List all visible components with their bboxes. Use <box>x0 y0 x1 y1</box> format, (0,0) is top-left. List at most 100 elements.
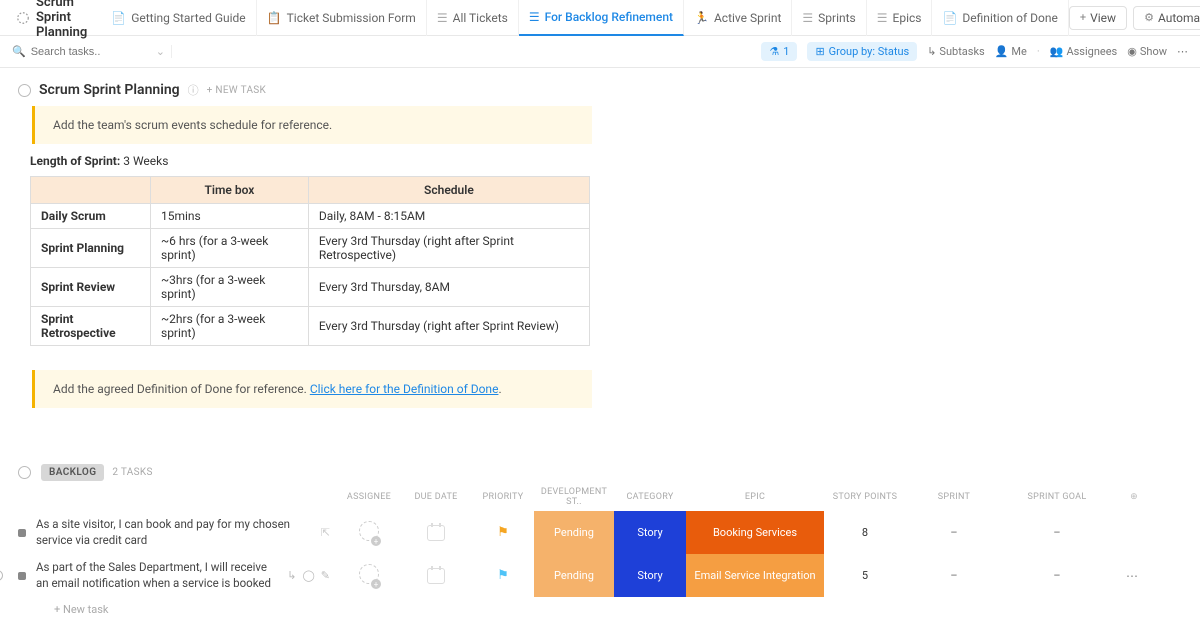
sprint-length-label: Length of Sprint: <box>30 154 120 168</box>
col-sprint-goal[interactable]: SPRINT GOAL <box>1002 492 1112 502</box>
status-dot[interactable] <box>18 572 26 580</box>
calendar-icon <box>427 568 445 584</box>
row-menu[interactable]: ⋯ <box>1112 554 1138 597</box>
col-dev-status[interactable]: DEVELOPMENT ST.. <box>534 487 614 507</box>
expand-icon[interactable]: ⇱ <box>321 526 330 539</box>
tab-backlog-refinement[interactable]: ☰For Backlog Refinement <box>519 0 684 36</box>
task-title: As part of the Sales Department, I will … <box>36 560 281 591</box>
table-row: Sprint Retrospective~2hrs (for a 3-week … <box>31 307 590 346</box>
collapse-icon[interactable] <box>18 466 31 479</box>
callout-dod: Add the agreed Definition of Done for re… <box>32 370 592 408</box>
task-row[interactable]: As part of the Sales Department, I will … <box>0 554 1200 597</box>
epic-cell[interactable]: Booking Services <box>686 511 824 554</box>
section-header: Scrum Sprint Planning ⓘ + NEW TASK <box>18 82 1182 98</box>
col-priority[interactable]: PRIORITY <box>472 492 534 502</box>
sprint-icon: 🏃 <box>694 11 709 25</box>
dev-status-cell[interactable]: Pending <box>534 554 614 597</box>
sprint-length: Length of Sprint: 3 Weeks <box>30 154 1182 168</box>
sprint-goal-cell[interactable]: – <box>1002 554 1112 597</box>
new-task-link[interactable]: + NEW TASK <box>207 85 266 96</box>
category-pill: Story <box>614 511 686 554</box>
form-icon: 📋 <box>267 11 282 25</box>
priority-cell[interactable]: ⚑ <box>472 511 534 554</box>
col-epic[interactable]: EPIC <box>686 492 824 502</box>
row-menu[interactable] <box>1112 511 1138 554</box>
tab-sprints[interactable]: ☰Sprints <box>792 0 866 36</box>
eye-icon: ◉ <box>1127 45 1137 58</box>
sprint-goal-cell[interactable]: – <box>1002 511 1112 554</box>
col-assignee[interactable]: ASSIGNEE <box>338 492 400 502</box>
chevron-down-icon[interactable]: ⌄ <box>156 45 172 58</box>
tab-getting-started[interactable]: 📄Getting Started Guide <box>101 0 256 36</box>
toolbar-right: ⚗1 ⊞Group by: Status ↳Subtasks 👤Me · 👥As… <box>761 42 1188 61</box>
table-header: Schedule <box>308 177 589 204</box>
search-icon: 🔍 <box>12 45 26 58</box>
list-icon: ☰ <box>437 11 448 25</box>
search-box[interactable]: 🔍 ⌄ <box>12 45 172 58</box>
filter-icon: ⚗ <box>769 45 779 58</box>
more-menu[interactable]: ⋯ <box>1177 45 1188 58</box>
epic-cell[interactable]: Email Service Integration <box>686 554 824 597</box>
project-title[interactable]: Scrum Sprint Planning <box>8 0 95 44</box>
dev-status-cell[interactable]: Pending <box>534 511 614 554</box>
story-points-cell[interactable]: 8 <box>824 511 906 554</box>
calendar-icon <box>427 525 445 541</box>
status-dot[interactable] <box>18 529 26 537</box>
table-header: Time box <box>151 177 309 204</box>
col-category[interactable]: CATEGORY <box>614 492 686 502</box>
table-row: Sprint Planning~6 hrs (for a 3-week spri… <box>31 229 590 268</box>
flag-icon: ⚑ <box>497 525 509 540</box>
show-button[interactable]: ◉Show <box>1127 45 1167 58</box>
task-title-cell[interactable]: As part of the Sales Department, I will … <box>18 554 338 597</box>
callout-schedule: Add the team's scrum events schedule for… <box>32 106 592 144</box>
tag-icon[interactable]: ◯ <box>302 569 314 582</box>
col-story-points[interactable]: STORY POINTS <box>824 492 906 502</box>
add-view-button[interactable]: +View <box>1069 6 1127 30</box>
due-date-cell[interactable] <box>400 511 472 554</box>
filter-count[interactable]: ⚗1 <box>761 42 797 61</box>
info-icon[interactable]: ⓘ <box>188 82 199 98</box>
tab-active-sprint[interactable]: 🏃Active Sprint <box>684 0 792 36</box>
assignee-cell[interactable]: + <box>338 554 400 597</box>
edit-icon[interactable]: ✎ <box>321 569 330 582</box>
sprint-cell[interactable]: – <box>906 554 1002 597</box>
tab-definition-done[interactable]: 📄Definition of Done <box>932 0 1068 36</box>
tab-all-tickets[interactable]: ☰All Tickets <box>427 0 519 36</box>
me-filter[interactable]: 👤Me <box>995 45 1027 58</box>
search-input[interactable] <box>31 46 141 58</box>
add-assignee-icon[interactable]: + <box>359 521 379 544</box>
group-icon: ⊞ <box>815 45 824 58</box>
task-title: As a site visitor, I can book and pay fo… <box>36 517 315 548</box>
col-sprint[interactable]: SPRINT <box>906 492 1002 502</box>
task-title-cell[interactable]: As a site visitor, I can book and pay fo… <box>18 511 338 554</box>
tab-epics[interactable]: ☰Epics <box>867 0 933 36</box>
automate-button[interactable]: ⚙Automate⌄ <box>1133 6 1200 30</box>
assignee-cell[interactable]: + <box>338 511 400 554</box>
category-cell[interactable]: Story <box>614 511 686 554</box>
add-column-button[interactable]: ⊕ <box>1112 492 1138 502</box>
backlog-label[interactable]: BACKLOG <box>41 464 104 481</box>
task-count: 2 TASKS <box>112 467 152 478</box>
priority-cell[interactable]: ⚑ <box>472 554 534 597</box>
dev-status-pill: Pending <box>534 511 614 554</box>
collapse-icon[interactable] <box>18 84 31 97</box>
task-row[interactable]: As a site visitor, I can book and pay fo… <box>0 511 1200 554</box>
category-cell[interactable]: Story <box>614 554 686 597</box>
doc-icon: 📄 <box>942 11 957 25</box>
sprint-cell[interactable]: – <box>906 511 1002 554</box>
sprint-length-value: 3 Weeks <box>123 154 168 168</box>
tab-ticket-form[interactable]: 📋Ticket Submission Form <box>257 0 427 36</box>
col-due[interactable]: DUE DATE <box>400 492 472 502</box>
due-date-cell[interactable] <box>400 554 472 597</box>
new-task-bottom[interactable]: + New task <box>0 597 1200 626</box>
subtasks-button[interactable]: ↳Subtasks <box>927 45 985 58</box>
add-assignee-icon[interactable]: + <box>359 564 379 587</box>
story-points-cell[interactable]: 5 <box>824 554 906 597</box>
epic-pill: Booking Services <box>686 511 824 554</box>
subtask-icon[interactable]: ↳ <box>287 569 296 582</box>
group-by-button[interactable]: ⊞Group by: Status <box>807 42 917 61</box>
dod-link[interactable]: Click here for the Definition of Done <box>310 382 499 396</box>
table-header <box>31 177 151 204</box>
assignees-filter[interactable]: 👥Assignees <box>1050 45 1118 58</box>
select-icon[interactable] <box>0 570 3 581</box>
